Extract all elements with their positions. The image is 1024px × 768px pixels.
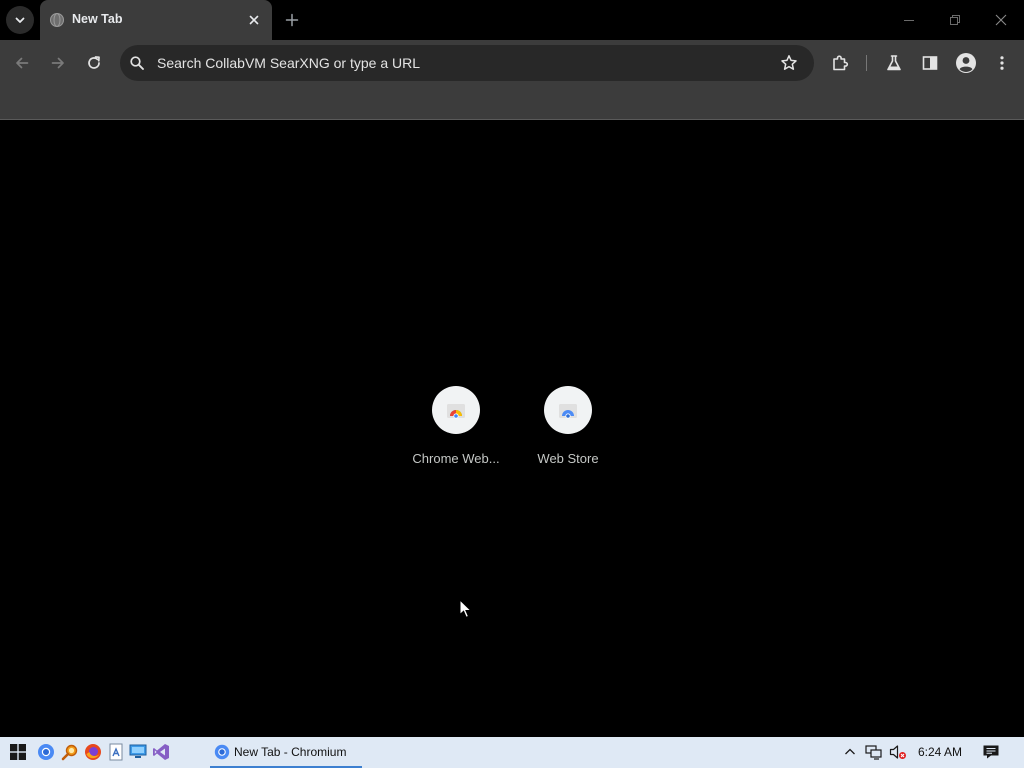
mouse-cursor-icon	[459, 599, 473, 618]
network-tray-button[interactable]	[864, 742, 884, 762]
puzzle-icon	[833, 55, 849, 71]
shortcut-tile[interactable]: Chrome Web...	[400, 386, 512, 486]
new-tab-page: Chrome Web... Web Store	[0, 121, 1024, 737]
omnibox-placeholder: Search CollabVM SearXNG or type a URL	[157, 55, 420, 71]
taskbar-firefox[interactable]	[83, 742, 103, 762]
window-close-button[interactable]	[978, 0, 1024, 40]
tab-close-button[interactable]	[246, 12, 262, 28]
taskbar-search-app[interactable]	[60, 742, 80, 762]
kebab-menu-icon	[1000, 56, 1004, 70]
shortcut-icon-wrap	[432, 386, 480, 434]
title-bar: New Tab	[0, 0, 1024, 40]
magnifier-icon	[61, 744, 78, 761]
tab-new-tab[interactable]: New Tab	[40, 0, 272, 40]
tab-title: New Tab	[72, 12, 123, 26]
star-icon[interactable]	[780, 54, 798, 72]
tab-search-button[interactable]	[6, 6, 34, 34]
volume-tray-button[interactable]	[888, 742, 908, 762]
forward-button[interactable]	[44, 49, 72, 77]
menu-button[interactable]	[988, 49, 1016, 77]
taskbar-task-label: New Tab - Chromium	[234, 745, 347, 759]
back-arrow-icon	[16, 57, 29, 69]
start-button[interactable]	[8, 742, 28, 762]
taskbar-task-chromium[interactable]: New Tab - Chromium	[210, 737, 362, 768]
minimize-icon	[904, 20, 914, 21]
restore-icon	[950, 15, 960, 25]
side-panel-icon	[922, 56, 938, 70]
taskbar-chromium[interactable]	[36, 742, 56, 762]
reload-icon	[88, 56, 100, 69]
search-icon	[130, 56, 144, 70]
clock[interactable]: 6:24 AM	[914, 745, 966, 759]
taskbar-remote-desktop[interactable]	[128, 742, 148, 762]
taskbar-app-installer[interactable]	[106, 742, 126, 762]
shortcut-tile[interactable]: Web Store	[512, 386, 624, 486]
shortcut-icon-wrap	[544, 386, 592, 434]
forward-arrow-icon	[51, 57, 64, 69]
reload-button[interactable]	[80, 49, 108, 77]
firefox-icon	[85, 744, 101, 760]
shortcut-label: Chrome Web...	[412, 451, 500, 466]
shortcut-label: Web Store	[537, 451, 599, 466]
restore-button[interactable]	[932, 0, 978, 40]
labs-button[interactable]	[880, 49, 908, 77]
globe-icon	[50, 13, 64, 27]
app-installer-icon	[109, 743, 123, 761]
plus-icon	[285, 13, 299, 27]
extensions-button[interactable]	[826, 49, 854, 77]
monitor-icon	[129, 744, 147, 758]
taskbar-visual-studio[interactable]	[151, 742, 171, 762]
chrome-web-store-icon	[447, 404, 465, 419]
back-button[interactable]	[8, 49, 36, 77]
toolbar-separator	[866, 55, 867, 71]
show-hidden-icons-button[interactable]	[840, 742, 860, 762]
volume-muted-icon	[889, 745, 906, 759]
taskbar: New Tab - Chromium 6:24 AM	[0, 737, 1024, 768]
minimize-button[interactable]	[886, 0, 932, 40]
close-icon	[995, 14, 1007, 26]
bookmarks-bar	[0, 86, 1024, 120]
close-icon	[249, 15, 259, 25]
chevron-down-icon	[15, 17, 25, 23]
avatar-icon	[956, 53, 976, 73]
visual-studio-icon	[153, 744, 169, 760]
chromium-icon	[214, 744, 230, 760]
side-panel-button[interactable]	[916, 49, 944, 77]
network-icon	[865, 745, 882, 760]
omnibox[interactable]: Search CollabVM SearXNG or type a URL	[120, 45, 814, 81]
windows-logo-icon	[10, 744, 26, 760]
profile-button[interactable]	[952, 49, 980, 77]
new-tab-button[interactable]	[280, 8, 304, 32]
notification-icon	[983, 745, 999, 759]
action-center-button[interactable]	[981, 742, 1001, 762]
web-store-icon	[559, 404, 577, 419]
chromium-icon	[38, 744, 54, 760]
chevron-up-icon	[845, 748, 855, 755]
toolbar: Search CollabVM SearXNG or type a URL	[0, 40, 1024, 86]
flask-icon	[887, 55, 901, 71]
